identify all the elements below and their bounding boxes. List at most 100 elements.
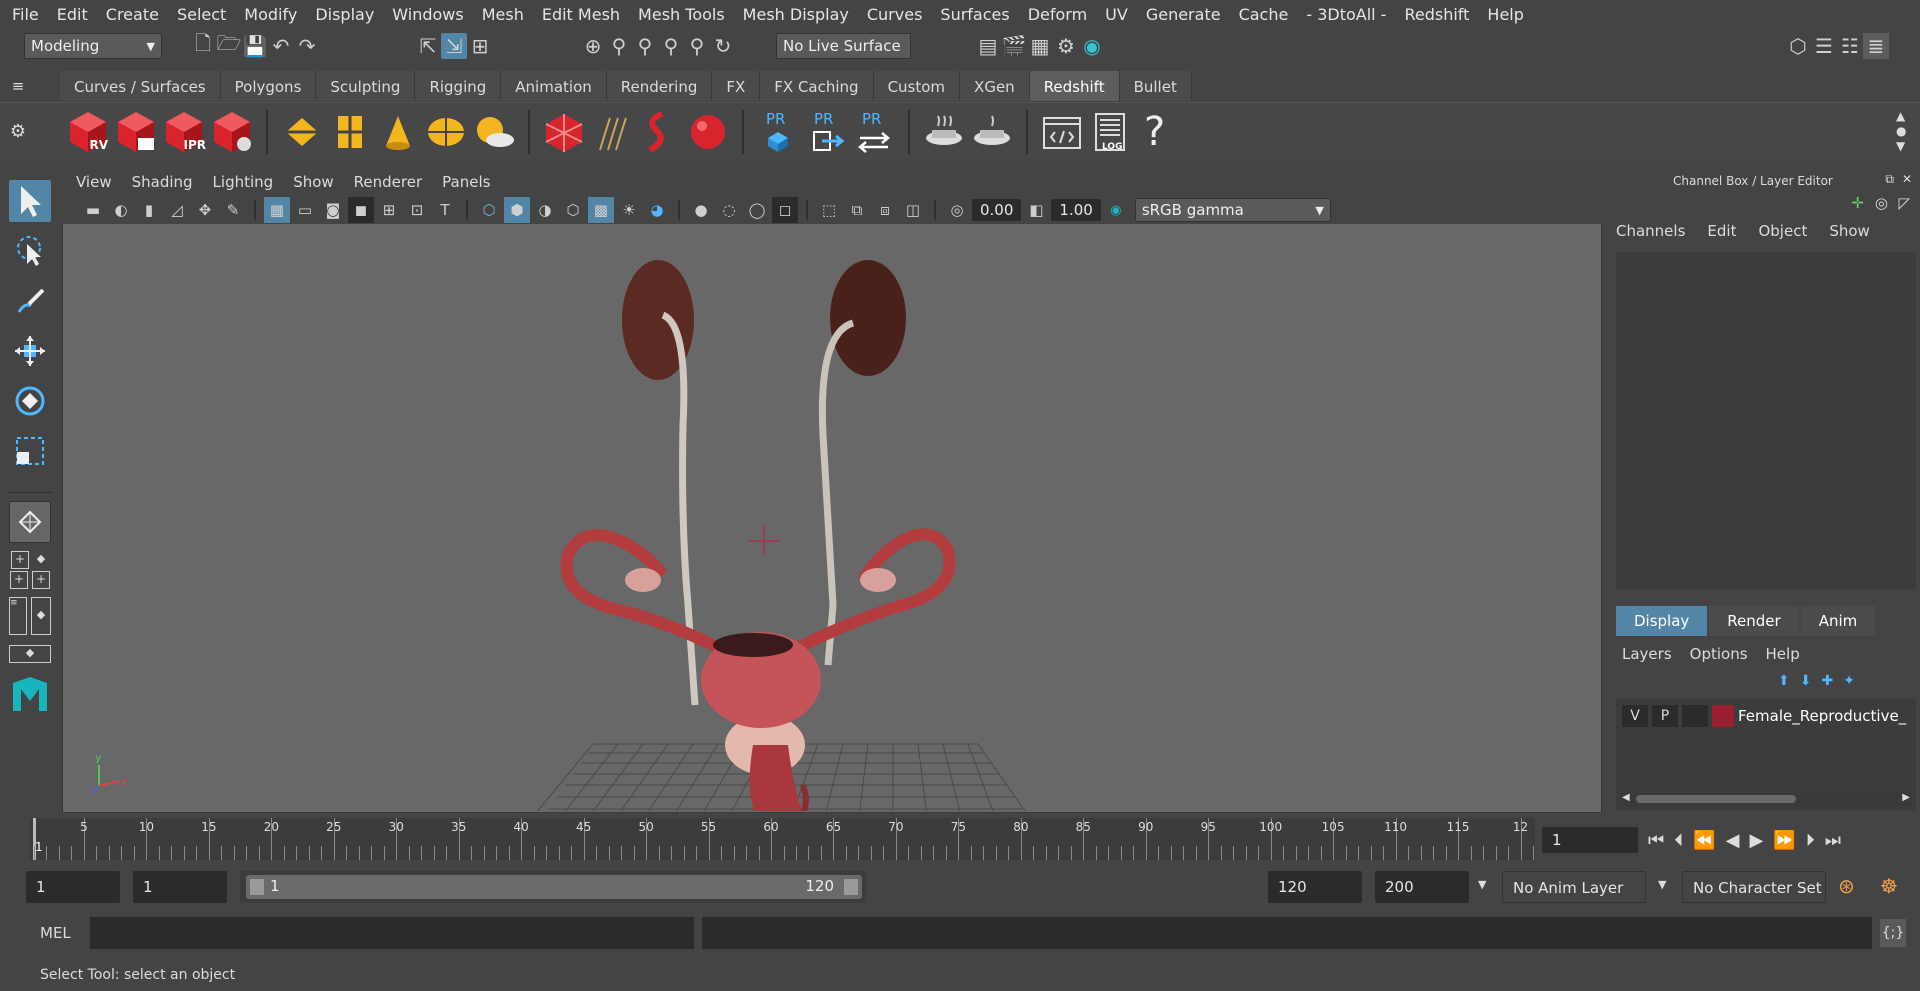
- layer-color-swatch[interactable]: [1712, 705, 1734, 727]
- auto-key-icon[interactable]: ⊛: [1838, 874, 1855, 898]
- redshift-help-icon[interactable]: ?: [1136, 110, 1180, 154]
- attribute-editor-icon[interactable]: ☰: [1811, 33, 1837, 59]
- open-scene-icon[interactable]: 🗁: [216, 31, 242, 59]
- scroll-left-icon[interactable]: ◀: [1622, 792, 1630, 803]
- tab-rendering[interactable]: Rendering: [606, 71, 713, 101]
- redshift-hair-icon[interactable]: [590, 110, 634, 154]
- undo-icon[interactable]: ↶: [268, 33, 294, 59]
- range-start-handle[interactable]: [250, 879, 264, 895]
- mel-input[interactable]: [90, 917, 694, 949]
- tab-bullet[interactable]: Bullet: [1119, 71, 1192, 101]
- animation-preferences-icon[interactable]: ☸: [1880, 874, 1898, 898]
- exposure-icon[interactable]: ◎: [944, 197, 970, 223]
- single-perspective-layout-icon[interactable]: [9, 501, 51, 543]
- use-all-lights-icon[interactable]: ☀: [616, 197, 642, 223]
- step-forward-frame-icon[interactable]: ⏩: [1773, 830, 1795, 851]
- layer-tab-display[interactable]: Display: [1616, 606, 1708, 636]
- menu-redshift[interactable]: Redshift: [1395, 0, 1478, 30]
- redshift-batch-render-icon[interactable]: [114, 110, 158, 154]
- viewport-scene[interactable]: x y persp: [63, 225, 1601, 811]
- go-to-end-icon[interactable]: ⏭: [1825, 830, 1841, 851]
- layer-menu-options[interactable]: Options: [1690, 645, 1748, 663]
- viewport-menu-show[interactable]: Show: [283, 168, 343, 196]
- channel-box-menu-channels[interactable]: Channels: [1616, 222, 1685, 240]
- paint-select-tool-icon[interactable]: [9, 280, 51, 322]
- viewport-menu-panels[interactable]: Panels: [432, 168, 500, 196]
- snap-grid-icon[interactable]: ⊕: [580, 33, 606, 59]
- layer-display-type-toggle[interactable]: [1682, 705, 1708, 727]
- step-back-key-icon[interactable]: ⏴: [1674, 830, 1683, 851]
- grease-pencil-icon[interactable]: ✎: [220, 197, 246, 223]
- viewport-menu-renderer[interactable]: Renderer: [344, 168, 432, 196]
- save-scene-icon[interactable]: 💾: [242, 33, 268, 59]
- menu-edit-mesh[interactable]: Edit Mesh: [533, 0, 629, 30]
- menu-edit[interactable]: Edit: [48, 0, 97, 30]
- move-layer-up-icon[interactable]: ⬆: [1778, 673, 1790, 689]
- channel-box-icon[interactable]: ≣: [1863, 33, 1889, 59]
- tab-polygons[interactable]: Polygons: [220, 71, 317, 101]
- chevron-down-icon[interactable]: ▼: [1478, 878, 1486, 891]
- playback-start-field[interactable]: 1: [133, 871, 227, 903]
- menu-3dtoall[interactable]: - 3DtoAll -: [1297, 0, 1395, 30]
- viewport-menu-lighting[interactable]: Lighting: [203, 168, 284, 196]
- menu-uv[interactable]: UV: [1096, 0, 1137, 30]
- motion-blur-icon[interactable]: ◌: [716, 197, 742, 223]
- current-frame-field[interactable]: 1: [1542, 827, 1638, 853]
- menu-mesh-tools[interactable]: Mesh Tools: [629, 0, 734, 30]
- four-view-layout-icon[interactable]: + ◆: [0, 551, 60, 569]
- channel-box-menu-show[interactable]: Show: [1829, 222, 1869, 240]
- menu-display[interactable]: Display: [306, 0, 383, 30]
- menu-modify[interactable]: Modify: [235, 0, 306, 30]
- modeling-toolkit-icon[interactable]: ⬡: [1785, 33, 1811, 59]
- menu-windows[interactable]: Windows: [383, 0, 472, 30]
- select-hierarchy-icon[interactable]: ⇱: [415, 33, 441, 59]
- channel-box-menu-edit[interactable]: Edit: [1707, 222, 1736, 240]
- step-back-frame-icon[interactable]: ⏪: [1693, 830, 1715, 851]
- range-end-handle[interactable]: [844, 879, 858, 895]
- rotate-tool-icon[interactable]: [9, 380, 51, 422]
- shelf-menu-icon[interactable]: ≡: [0, 71, 36, 101]
- camera-attributes-icon[interactable]: ◐: [108, 197, 134, 223]
- snap-view-icon[interactable]: ⚲: [658, 33, 684, 59]
- shelf-scroll-icon[interactable]: ▲ ● ▼: [1896, 109, 1912, 155]
- tool-settings-icon[interactable]: ☷: [1837, 33, 1863, 59]
- viewport-menu-view[interactable]: View: [66, 168, 122, 196]
- layer-tab-anim[interactable]: Anim: [1800, 606, 1876, 636]
- snap-rotate-icon[interactable]: ↻: [710, 33, 736, 59]
- tab-fx[interactable]: FX: [712, 71, 761, 101]
- menu-create[interactable]: Create: [97, 0, 168, 30]
- image-plane-icon[interactable]: ◿: [164, 197, 190, 223]
- layer-list-scrollbar[interactable]: ◀ ▶: [1620, 792, 1912, 806]
- select-component-icon[interactable]: ⊞: [467, 33, 493, 59]
- anti-aliasing-icon[interactable]: ◯: [744, 197, 770, 223]
- script-editor-icon[interactable]: {;}: [1880, 919, 1906, 947]
- ipr-render-icon[interactable]: ▦: [1027, 33, 1053, 59]
- menu-deform[interactable]: Deform: [1019, 0, 1096, 30]
- redshift-material-icon[interactable]: [922, 110, 966, 154]
- redshift-script-icon[interactable]: [1040, 110, 1084, 154]
- redshift-curve-icon[interactable]: [638, 110, 682, 154]
- redshift-spot-light-icon[interactable]: [376, 110, 420, 154]
- viewport-menu-shading[interactable]: Shading: [122, 168, 203, 196]
- tab-redshift[interactable]: Redshift: [1029, 71, 1120, 101]
- tab-custom[interactable]: Custom: [873, 71, 961, 101]
- textured-icon[interactable]: ▩: [588, 197, 614, 223]
- speed-icon[interactable]: ◎: [1875, 194, 1888, 212]
- select-tool-icon[interactable]: [9, 180, 51, 222]
- hypershade-icon[interactable]: ◉: [1079, 33, 1105, 59]
- layer-menu-help[interactable]: Help: [1766, 645, 1800, 663]
- gate-mask-icon[interactable]: ◼: [348, 197, 374, 223]
- float-panel-icon[interactable]: ⧉: [1885, 172, 1894, 187]
- menu-surfaces[interactable]: Surfaces: [931, 0, 1018, 30]
- new-layer-selected-icon[interactable]: ✦: [1843, 673, 1855, 689]
- playback-end-field[interactable]: 120: [1268, 871, 1362, 903]
- redshift-lights-icon[interactable]: [280, 110, 324, 154]
- redshift-render-view-icon[interactable]: RV: [66, 110, 110, 154]
- exposure-field[interactable]: 0.00: [972, 199, 1022, 221]
- menu-select[interactable]: Select: [168, 0, 235, 30]
- hyperbolic-icon[interactable]: ◸: [1898, 194, 1910, 212]
- live-surface-field[interactable]: No Live Surface: [776, 33, 911, 59]
- xray-icon[interactable]: ⧉: [844, 197, 870, 223]
- use-default-material-icon[interactable]: ◑: [532, 197, 558, 223]
- layer-name[interactable]: Female_Reproductive_: [1738, 707, 1906, 725]
